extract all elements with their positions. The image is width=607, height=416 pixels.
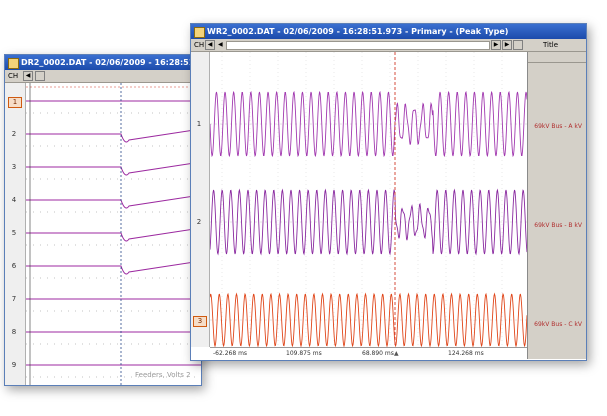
- back-channel-number[interactable]: 4: [8, 196, 20, 205]
- back-trace: [26, 128, 201, 143]
- app-icon: [8, 58, 19, 69]
- front-waveform-plot[interactable]: [210, 52, 527, 347]
- back-channel-number[interactable]: 9: [8, 361, 20, 370]
- front-channel-number[interactable]: 2: [193, 218, 205, 227]
- back-window-titlebar[interactable]: DR2_0002.DAT - 02/06/2009 - 16:28:51.973: [5, 55, 201, 70]
- cursor-marker-icon: ▲: [394, 350, 399, 357]
- back-trace: [26, 161, 201, 176]
- back-channel-number[interactable]: 8: [8, 328, 20, 337]
- back-channel-number[interactable]: 6: [8, 262, 20, 271]
- title-column-header: Title: [543, 41, 559, 49]
- back-waveform-plot[interactable]: [26, 83, 201, 385]
- back-channel-number[interactable]: 7: [8, 295, 20, 304]
- back-trace: [26, 194, 201, 209]
- back-nav-left-button[interactable]: ◀: [23, 71, 33, 81]
- time-axis: -62.268 ms 109.875 ms 68.890 ms ▲ 124.26…: [210, 347, 527, 359]
- time-label-0: -62.268 ms: [213, 350, 248, 357]
- back-channel-number[interactable]: 1: [8, 97, 22, 108]
- scroll-left-arrow[interactable]: ◀: [218, 39, 223, 51]
- front-window-titlebar[interactable]: WR2_0002.DAT - 02/06/2009 - 16:28:51.973…: [191, 24, 586, 39]
- back-window-toolbar: CH ◀: [5, 70, 201, 83]
- front-channel-number[interactable]: 1: [193, 120, 205, 129]
- toolbar-scroll-track[interactable]: [226, 41, 490, 50]
- back-channel-number[interactable]: 2: [8, 130, 20, 139]
- back-channel-number[interactable]: 5: [8, 229, 20, 238]
- channel-label-a: 69kV Bus - A kV: [534, 123, 582, 130]
- front-channel-number[interactable]: 3: [193, 316, 207, 327]
- app-icon: [194, 27, 205, 38]
- front-record-window[interactable]: WR2_0002.DAT - 02/06/2009 - 16:28:51.973…: [190, 23, 587, 361]
- channel-label-b: 69kV Bus - B kV: [534, 222, 582, 229]
- back-nav-left2-button[interactable]: [35, 71, 45, 81]
- front-channel-column: 1 2 3: [191, 52, 210, 347]
- time-label-1: 109.875 ms: [286, 350, 322, 357]
- time-label-2: 68.890 ms: [362, 350, 394, 357]
- channel-label-c: 69kV Bus - C kV: [534, 321, 582, 328]
- back-channel-column: 1 2 3 4 5 6 7 8 9: [5, 83, 26, 385]
- front-nav-left-button[interactable]: ◀: [205, 40, 215, 50]
- front-window-toolbar: CH ◀ ◀ ▶ ▶ Title: [191, 39, 586, 52]
- back-trace: [26, 260, 201, 275]
- back-channel-number[interactable]: 3: [8, 163, 20, 172]
- back-ch-label: CH: [8, 72, 19, 80]
- back-window-title: DR2_0002.DAT - 02/06/2009 - 16:28:51.973: [21, 58, 201, 67]
- front-ch-label: CH: [194, 41, 205, 49]
- channel-title-panel: 69kV Bus - A kV 69kV Bus - B kV 69kV Bus…: [527, 52, 586, 359]
- time-label-3: 124.268 ms: [448, 350, 484, 357]
- back-record-window[interactable]: DR2_0002.DAT - 02/06/2009 - 16:28:51.973…: [4, 54, 202, 386]
- nav-right-button[interactable]: ▶: [491, 40, 501, 50]
- front-window-title: WR2_0002.DAT - 02/06/2009 - 16:28:51.973…: [207, 27, 509, 36]
- play-button[interactable]: ▶: [502, 40, 512, 50]
- stop-button[interactable]: [513, 40, 523, 50]
- back-trace: [26, 227, 201, 242]
- back-footer-text: Feeders, Volts 2: [135, 371, 191, 379]
- title-panel-header: [528, 52, 586, 63]
